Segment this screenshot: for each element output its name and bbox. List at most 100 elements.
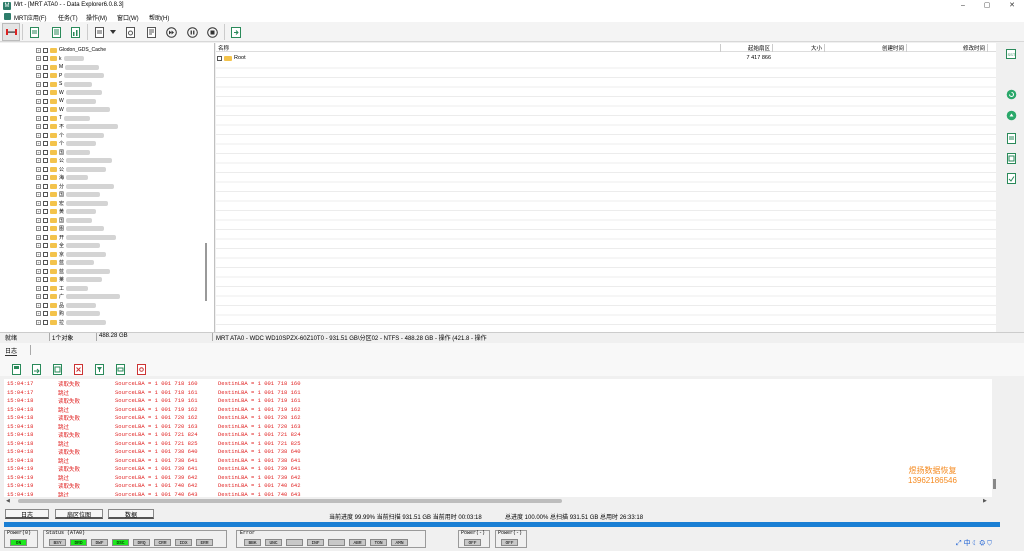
expand-icon[interactable]: + — [36, 234, 41, 240]
tree-item[interactable]: + 黄 — [36, 208, 97, 217]
menu-app-icon[interactable] — [4, 13, 11, 20]
scan-icon[interactable]: SST — [1005, 48, 1017, 60]
tree-checkbox[interactable] — [43, 81, 48, 87]
folder-tree[interactable]: + Glodon_GDS_Cache + k + M + P + S + W + W + W + T + 不 + 个 + 个 +… — [0, 43, 215, 332]
tree-item[interactable]: + 购 — [36, 310, 101, 319]
expand-icon[interactable]: + — [36, 311, 41, 317]
menu-mrt-app[interactable]: MRT应用(F) — [14, 13, 47, 22]
stop-icon[interactable] — [206, 25, 218, 39]
expand-icon[interactable]: + — [36, 277, 41, 283]
tree-checkbox[interactable] — [43, 149, 48, 155]
tree-item[interactable]: + W — [36, 89, 102, 98]
moon-icon[interactable]: ☾ — [973, 540, 978, 547]
tree-item[interactable]: + 莱 — [36, 276, 103, 285]
tree-checkbox[interactable] — [43, 158, 48, 164]
log-list[interactable]: 15:04:17 读取失败 SourceLBA = 1 001 718 160 Des… — [4, 379, 992, 497]
expand-icon[interactable]: + — [36, 260, 41, 266]
expand-icon[interactable]: + — [36, 56, 41, 62]
expand-icon[interactable]: + — [36, 90, 41, 96]
tree-checkbox[interactable] — [43, 260, 48, 266]
maximize-button[interactable]: ▢ — [980, 1, 994, 11]
tree-item[interactable]: + 蓝 — [36, 259, 95, 268]
tree-scrollbar[interactable] — [205, 243, 207, 301]
tree-checkbox[interactable] — [43, 73, 48, 79]
tab-sector-map[interactable]: 扇区位图 — [55, 509, 103, 519]
file-name[interactable]: Root — [234, 55, 246, 61]
tree-item[interactable]: + 广 — [36, 293, 121, 302]
expand-icon[interactable]: + — [36, 47, 41, 53]
expand-icon[interactable]: + — [36, 166, 41, 172]
tree-item[interactable]: + 国 — [36, 216, 93, 225]
log-clear-icon[interactable] — [72, 362, 84, 376]
tree-item[interactable]: + 国 — [36, 148, 91, 157]
expand-icon[interactable]: + — [36, 268, 41, 274]
tree-item[interactable]: + P — [36, 72, 105, 81]
log-copy-icon[interactable] — [51, 362, 63, 376]
log-print-icon[interactable] — [114, 362, 126, 376]
tree-checkbox[interactable] — [43, 200, 48, 206]
tree-checkbox[interactable] — [43, 56, 48, 62]
expand-icon[interactable]: + — [36, 251, 41, 257]
expand-icon[interactable]: + — [36, 319, 41, 325]
tree-checkbox[interactable] — [43, 311, 48, 317]
tree-item[interactable]: + 全 — [36, 242, 101, 251]
expand-icon[interactable]: + — [36, 226, 41, 232]
tree-item[interactable]: + 个 — [36, 131, 105, 140]
export-document-icon[interactable] — [93, 25, 105, 39]
expand-icon[interactable]: + — [36, 209, 41, 215]
tree-item[interactable]: + 个 — [36, 140, 97, 149]
tree-checkbox[interactable] — [43, 302, 48, 308]
tree-checkbox[interactable] — [43, 166, 48, 172]
tree-checkbox[interactable] — [43, 226, 48, 232]
tree-item[interactable]: + 国 — [36, 191, 101, 200]
tree-item[interactable]: + 开 — [36, 233, 117, 242]
tree-checkbox[interactable] — [43, 47, 48, 53]
document-chart-icon[interactable] — [69, 25, 81, 39]
tab-data[interactable]: 数据 — [108, 509, 154, 519]
tree-checkbox[interactable] — [43, 115, 48, 121]
tree-checkbox[interactable] — [43, 192, 48, 198]
menu-task[interactable]: 任务(T) — [58, 13, 78, 22]
tree-item[interactable]: + 品 — [36, 301, 97, 310]
expand-icon[interactable]: + — [36, 294, 41, 300]
tree-item[interactable]: + 公 — [36, 165, 107, 174]
ime-indicator[interactable]: 中 — [964, 540, 971, 547]
tree-checkbox[interactable] — [43, 107, 48, 113]
tree-item[interactable]: + 海 — [36, 174, 89, 183]
expand-icon[interactable]: + — [36, 98, 41, 104]
tree-item[interactable]: + 宏 — [36, 199, 109, 208]
tree-checkbox[interactable] — [43, 209, 48, 215]
expand-icon[interactable]: + — [36, 302, 41, 308]
row-checkbox[interactable] — [217, 56, 222, 61]
tree-item[interactable]: + 图 — [36, 225, 105, 234]
tree-checkbox[interactable] — [43, 64, 48, 70]
tree-checkbox[interactable] — [43, 124, 48, 130]
tree-checkbox[interactable] — [43, 132, 48, 138]
column-name[interactable]: 名称 — [218, 44, 721, 52]
tree-item[interactable]: + 不 — [36, 123, 119, 132]
report-icon[interactable] — [145, 25, 157, 39]
tree-checkbox[interactable] — [43, 183, 48, 189]
tree-item[interactable]: + 拉 — [36, 318, 107, 327]
expand-icon[interactable]: + — [36, 243, 41, 249]
tree-checkbox[interactable] — [43, 234, 48, 240]
log-vscrollbar[interactable] — [992, 379, 998, 497]
chevron-down-icon[interactable] — [107, 25, 119, 39]
minimize-button[interactable]: – — [956, 1, 970, 11]
tree-item[interactable]: + W — [36, 97, 96, 106]
expand-icon[interactable]: + — [36, 73, 41, 79]
tree-checkbox[interactable] — [43, 277, 48, 283]
skip-icon[interactable] — [165, 25, 177, 39]
expand-icon[interactable]: + — [36, 158, 41, 164]
tree-item[interactable]: + k — [36, 55, 84, 64]
column-size[interactable]: 大小 — [773, 44, 825, 52]
tree-item[interactable]: + W — [36, 106, 110, 115]
expand-icon[interactable]: + — [36, 285, 41, 291]
expand-icon[interactable]: + — [36, 200, 41, 206]
tray-expand-icon[interactable]: ⤢ — [956, 540, 962, 547]
tree-checkbox[interactable] — [43, 243, 48, 249]
expand-icon[interactable]: + — [36, 107, 41, 113]
expand-icon[interactable]: + — [36, 64, 41, 70]
menu-window[interactable]: 窗口(W) — [117, 13, 139, 22]
scroll-right-arrow-icon[interactable]: ▶ — [983, 498, 987, 504]
